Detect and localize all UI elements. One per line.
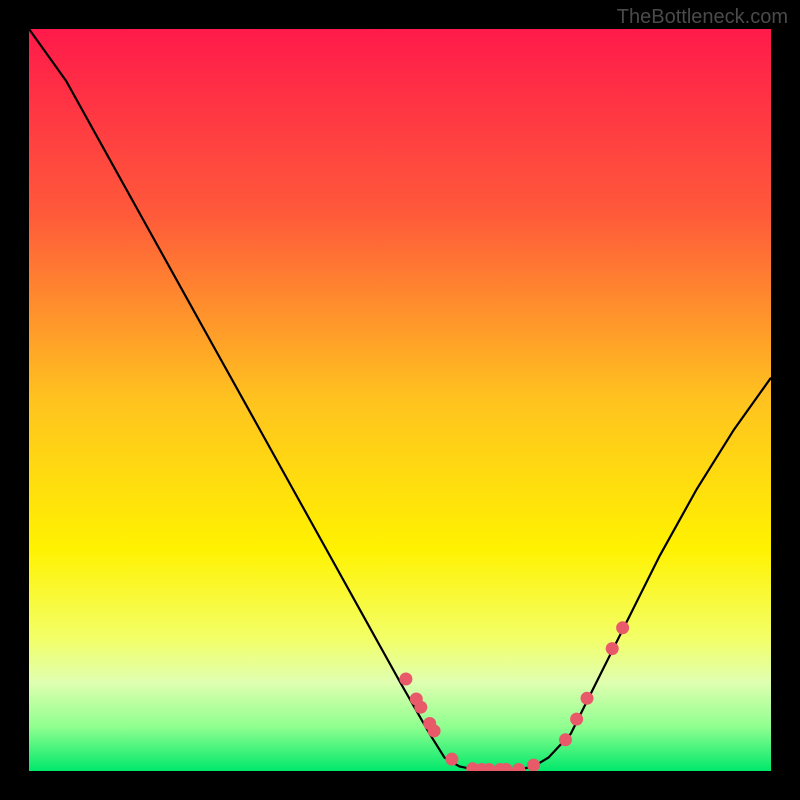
- data-point: [428, 724, 441, 737]
- data-point: [559, 733, 572, 746]
- data-point: [606, 642, 619, 655]
- chart-svg: [29, 29, 771, 771]
- gradient-background: [29, 29, 771, 771]
- watermark-text: TheBottleneck.com: [617, 6, 788, 29]
- data-point: [581, 692, 594, 705]
- data-point: [445, 753, 458, 766]
- data-point: [414, 701, 427, 714]
- chart-plot-area: [29, 29, 771, 771]
- data-point: [399, 673, 412, 686]
- data-point: [570, 713, 583, 726]
- data-point: [616, 621, 629, 634]
- data-point: [527, 759, 540, 771]
